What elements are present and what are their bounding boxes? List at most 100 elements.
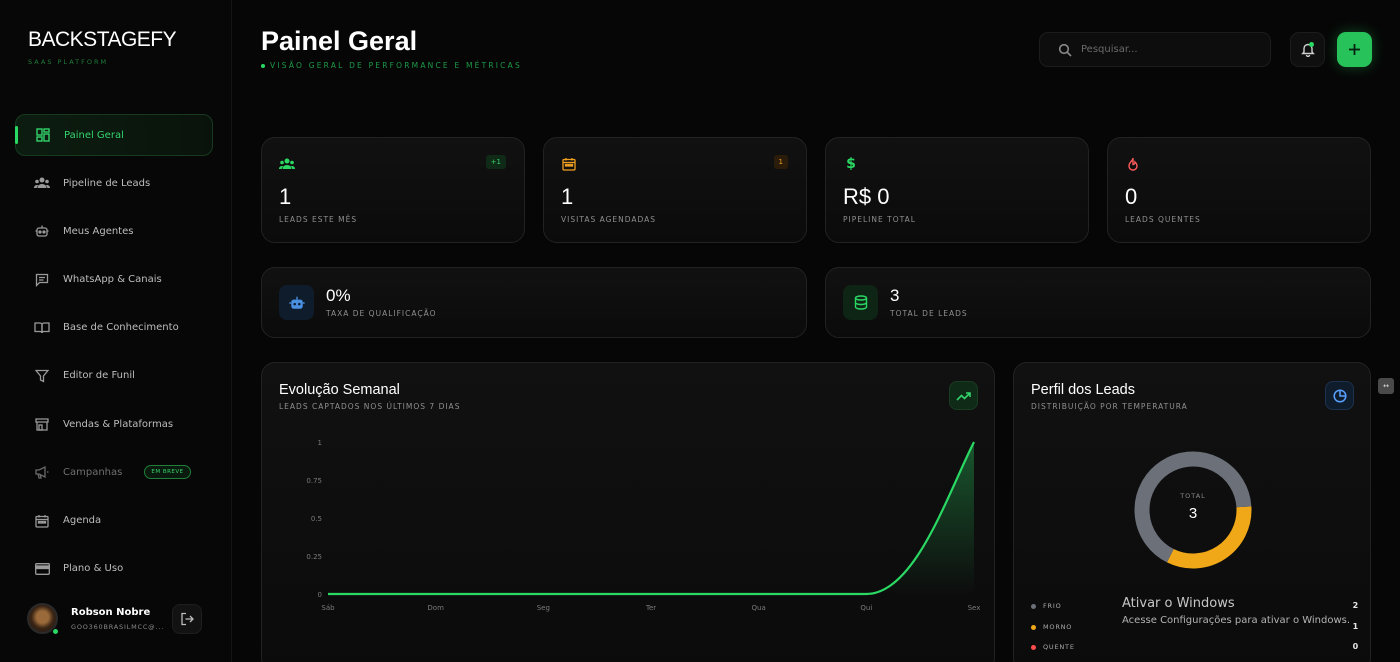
stat-value: R$ 0 bbox=[843, 184, 890, 209]
x-tick-label: Qui bbox=[860, 604, 872, 612]
coming-soon-badge: EM BREVE bbox=[144, 465, 191, 480]
legend-dot bbox=[1031, 645, 1036, 650]
sidebar-item-label: Editor de Funil bbox=[63, 370, 135, 382]
stat-card-pipeline[interactable]: $ R$ 0 PIPELINE TOTAL bbox=[825, 137, 1089, 243]
sidebar-item-pipeline[interactable]: Pipeline de Leads bbox=[15, 162, 213, 204]
sidebar-item-conhecimento[interactable]: Base de Conhecimento bbox=[15, 307, 213, 349]
kpi-label: TOTAL DE LEADS bbox=[890, 309, 968, 318]
weekly-evolution-panel: Evolução Semanal LEADS CAPTADOS NOS ÚLTI… bbox=[261, 362, 995, 662]
watermark-subtitle: Acesse Configurações para ativar o Windo… bbox=[1122, 615, 1351, 626]
legend-label: FRIO bbox=[1043, 602, 1062, 610]
x-tick-label: Seg bbox=[537, 604, 550, 612]
sidebar-item-campanhas[interactable]: Campanhas EM BREVE bbox=[15, 451, 213, 493]
area-fill bbox=[328, 442, 974, 594]
sidebar-item-whatsapp[interactable]: WhatsApp & Canais bbox=[15, 259, 213, 301]
sidebar-item-label: Painel Geral bbox=[64, 129, 124, 141]
robot-icon bbox=[34, 223, 50, 239]
legend-value: 2 bbox=[1352, 601, 1359, 610]
watermark-title: Ativar o Windows bbox=[1122, 596, 1235, 611]
page-subtitle-text: VISÃO GERAL DE PERFORMANCE E MÉTRICAS bbox=[270, 61, 522, 70]
x-tick-label: Sex bbox=[968, 604, 981, 612]
legend-item: QUENTE 0 bbox=[1031, 641, 1359, 655]
y-tick-label: 1 bbox=[318, 439, 322, 447]
stat-value: 0 bbox=[1125, 184, 1138, 209]
database-icon bbox=[843, 285, 878, 320]
brand-logo[interactable]: BACKSTAGEFY bbox=[28, 28, 177, 52]
legend-value: 1 bbox=[1352, 621, 1359, 631]
kpi-value: 0% bbox=[326, 286, 351, 305]
stat-label: VISITAS AGENDADAS bbox=[561, 215, 657, 224]
logout-icon bbox=[180, 612, 194, 626]
sidebar-item-label: Pipeline de Leads bbox=[63, 177, 151, 189]
sidebar-item-painel-geral[interactable]: Painel Geral bbox=[15, 114, 213, 156]
sidebar-item-label: Base de Conhecimento bbox=[63, 322, 179, 334]
kpi-value: 3 bbox=[890, 286, 900, 305]
sidebar-item-label: Campanhas bbox=[63, 466, 123, 478]
x-tick-label: Qua bbox=[752, 604, 766, 612]
stat-card-leads-month[interactable]: +1 1 LEADS ESTE MÊS bbox=[261, 137, 525, 243]
sidebar-item-agentes[interactable]: Meus Agentes bbox=[15, 210, 213, 252]
sidebar: BACKSTAGEFY SAAS PLATFORM Painel Geral P… bbox=[0, 0, 232, 662]
y-tick-label: 0.25 bbox=[306, 553, 322, 561]
sidebar-item-funil[interactable]: Editor de Funil bbox=[15, 355, 213, 397]
page-subtitle: VISÃO GERAL DE PERFORMANCE E MÉTRICAS bbox=[261, 61, 522, 70]
search-input[interactable] bbox=[1081, 44, 1251, 55]
logout-button[interactable] bbox=[172, 604, 202, 634]
app: BACKSTAGEFY SAAS PLATFORM Painel Geral P… bbox=[0, 0, 1400, 662]
sidebar-item-plano[interactable]: Plano & Uso bbox=[15, 548, 213, 590]
stat-value: 1 bbox=[561, 184, 574, 209]
plus-icon bbox=[1348, 43, 1361, 56]
donut-total-label: TOTAL bbox=[1179, 492, 1206, 500]
series-line bbox=[328, 441, 975, 596]
y-tick-label: 0.75 bbox=[306, 477, 322, 485]
stat-badge: 1 bbox=[773, 155, 788, 169]
expand-icon: ↔ bbox=[1383, 382, 1389, 390]
sidebar-item-label: Agenda bbox=[63, 515, 102, 526]
legend-label: MORNO bbox=[1043, 622, 1073, 631]
chat-icon bbox=[34, 272, 50, 288]
sidebar-item-agenda[interactable]: Agenda bbox=[15, 500, 213, 542]
sidebar-item-label: Plano & Uso bbox=[63, 563, 124, 575]
brand-tagline: SAAS PLATFORM bbox=[28, 58, 109, 66]
user-profile[interactable]: Robson Nobre GOO360BRASILMCC@... bbox=[27, 602, 207, 638]
stat-label: PIPELINE TOTAL bbox=[843, 215, 916, 224]
book-icon bbox=[34, 320, 50, 336]
add-button[interactable] bbox=[1337, 32, 1372, 67]
x-tick-label: Sáb bbox=[321, 604, 335, 612]
users-icon bbox=[279, 156, 295, 172]
stat-card-hot-leads[interactable]: 0 LEADS QUENTES bbox=[1107, 137, 1371, 243]
x-tick-label: Dom bbox=[427, 604, 444, 612]
robot-icon bbox=[279, 285, 314, 320]
filter-icon bbox=[34, 368, 50, 384]
stat-label: LEADS ESTE MÊS bbox=[279, 215, 358, 224]
store-icon bbox=[34, 416, 50, 432]
calendar-icon bbox=[34, 513, 50, 529]
notification-dot bbox=[1309, 42, 1314, 47]
legend-label: QUENTE bbox=[1043, 643, 1075, 651]
legend-value: 0 bbox=[1352, 642, 1359, 651]
calendar-icon bbox=[561, 156, 577, 172]
online-status-dot bbox=[52, 628, 59, 635]
side-panel-toggle[interactable]: ↔ bbox=[1378, 378, 1394, 394]
user-name: Robson Nobre bbox=[71, 607, 151, 618]
megaphone-icon bbox=[34, 464, 50, 480]
notifications-button[interactable] bbox=[1290, 32, 1325, 67]
windows-activation-watermark: Ativar o Windows Acesse Configurações pa… bbox=[1122, 596, 1350, 626]
sidebar-item-label: WhatsApp & Canais bbox=[63, 274, 162, 286]
legend-dot bbox=[1031, 624, 1036, 630]
card-icon bbox=[34, 561, 50, 577]
kpi-card-total-leads[interactable]: 3 TOTAL DE LEADS bbox=[825, 267, 1371, 338]
users-icon bbox=[34, 175, 50, 191]
page-title: Painel Geral bbox=[261, 26, 418, 56]
search-box[interactable] bbox=[1039, 32, 1271, 67]
dollar-icon: $ bbox=[846, 156, 856, 172]
sidebar-item-vendas[interactable]: Vendas & Plataformas bbox=[15, 403, 213, 445]
y-tick-label: 0.5 bbox=[311, 515, 322, 523]
stat-value: 1 bbox=[279, 184, 292, 209]
kpi-card-qualification[interactable]: 0% TAXA DE QUALIFICAÇÃO bbox=[261, 267, 807, 338]
stat-card-visits[interactable]: 1 1 VISITAS AGENDADAS bbox=[543, 137, 807, 243]
weekly-area-chart: 0 0.25 0.5 0.75 1 Sáb Dom Seg Ter Qua Qui Sex bbox=[306, 439, 981, 612]
sidebar-item-label: Meus Agentes bbox=[63, 225, 134, 237]
legend-dot bbox=[1031, 604, 1036, 609]
stat-badge: +1 bbox=[485, 155, 506, 169]
